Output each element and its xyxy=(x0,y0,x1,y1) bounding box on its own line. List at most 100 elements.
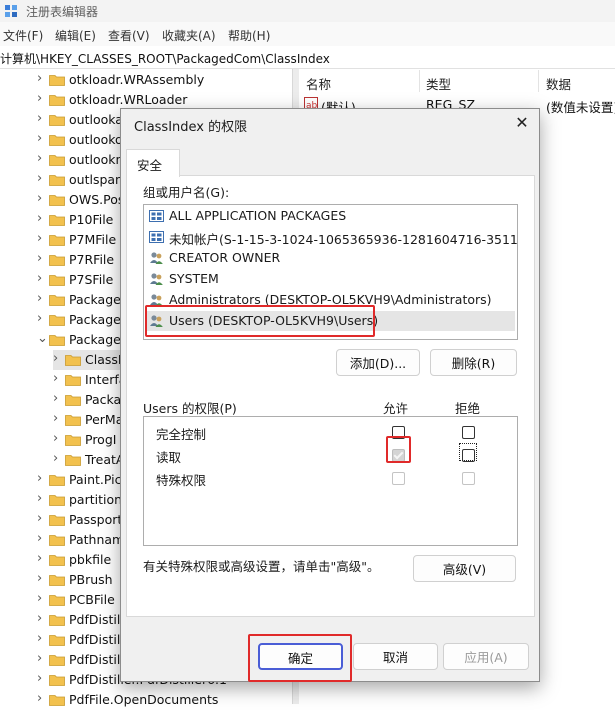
tree-item-label: Passport xyxy=(69,512,123,527)
column-divider[interactable] xyxy=(419,70,420,92)
users-group-icon xyxy=(150,252,163,264)
permission-read-label: 读取 xyxy=(156,450,182,465)
tree-item-label: TreatA xyxy=(85,452,125,467)
chevron-right-icon[interactable]: › xyxy=(53,432,63,445)
user-list-item[interactable]: 未知帐户(S-1-15-3-1024-1065365936-1281604716… xyxy=(145,227,517,247)
tree-item-label: Package xyxy=(69,312,121,327)
folder-icon xyxy=(49,695,65,706)
tree-item-label: PCBFile xyxy=(69,592,115,607)
permission-full-control-deny-checkbox[interactable] xyxy=(462,426,475,439)
registry-editor-icon xyxy=(5,5,17,17)
chevron-right-icon[interactable]: › xyxy=(37,552,47,565)
deny-column-header: 拒绝 xyxy=(455,401,481,416)
tree-item-label: Package xyxy=(69,292,121,307)
tab-security[interactable]: 安全 xyxy=(126,149,180,177)
chevron-right-icon[interactable]: › xyxy=(37,232,47,245)
chevron-right-icon[interactable]: › xyxy=(37,532,47,545)
folder-icon xyxy=(49,155,65,166)
column-header-type[interactable]: 类型 xyxy=(426,74,451,93)
chevron-right-icon[interactable]: › xyxy=(37,212,47,225)
permission-full-control-label: 完全控制 xyxy=(156,427,207,442)
folder-icon xyxy=(49,615,65,626)
tree-item[interactable]: › otkloadr.WRLoader xyxy=(37,90,292,110)
chevron-right-icon[interactable]: › xyxy=(37,512,47,525)
title-bar: 注册表编辑器 xyxy=(0,0,615,22)
chevron-right-icon[interactable]: › xyxy=(37,652,47,665)
menu-file[interactable]: 文件(F) xyxy=(3,27,43,44)
tree-item-label: PdfFile.OpenDocuments xyxy=(69,692,219,707)
highlight-box xyxy=(386,436,411,463)
folder-icon xyxy=(49,195,65,206)
folder-icon xyxy=(49,675,65,686)
chevron-right-icon[interactable]: › xyxy=(37,612,47,625)
folder-icon xyxy=(65,415,81,426)
address-path[interactable]: 计算机\HKEY_CLASSES_ROOT\PackagedCom\ClassI… xyxy=(0,50,330,67)
tree-item-label: P10File xyxy=(69,212,114,227)
user-list-item[interactable]: ALL APPLICATION PACKAGES xyxy=(145,206,515,226)
folder-icon xyxy=(49,535,65,546)
permissions-dialog: ClassIndex 的权限 ✕ 安全 组或用户名(G): ALL APPLIC… xyxy=(120,108,540,682)
menu-view[interactable]: 查看(V) xyxy=(108,27,150,44)
folder-icon xyxy=(49,295,65,306)
tree-item-label: ProgI xyxy=(85,432,117,447)
chevron-down-icon[interactable]: ⌄ xyxy=(37,332,48,345)
menu-help[interactable]: 帮助(H) xyxy=(228,27,270,44)
chevron-right-icon[interactable]: › xyxy=(37,172,47,185)
chevron-right-icon[interactable]: › xyxy=(53,452,63,465)
column-divider[interactable] xyxy=(538,70,539,92)
users-group-icon xyxy=(150,273,163,285)
tree-item-label: outlooko xyxy=(69,132,123,147)
close-icon[interactable]: ✕ xyxy=(509,111,535,135)
advanced-note: 有关特殊权限或高级设置，请单击"高级"。 xyxy=(143,559,380,574)
tree-item-label: PerMa xyxy=(85,412,124,427)
user-list-item[interactable]: SYSTEM xyxy=(145,269,515,289)
chevron-right-icon[interactable]: › xyxy=(37,152,47,165)
advanced-button[interactable]: 高级(V) xyxy=(413,555,516,582)
column-header-name[interactable]: 名称 xyxy=(306,74,331,93)
chevron-right-icon[interactable]: › xyxy=(37,92,47,105)
chevron-right-icon[interactable]: › xyxy=(37,472,47,485)
dialog-title: ClassIndex 的权限 xyxy=(134,120,248,135)
folder-icon xyxy=(65,395,81,406)
chevron-right-icon[interactable]: › xyxy=(37,272,47,285)
chevron-right-icon[interactable]: › xyxy=(37,672,47,685)
chevron-right-icon[interactable]: › xyxy=(37,132,47,145)
chevron-right-icon[interactable]: › xyxy=(37,112,47,125)
chevron-right-icon[interactable]: › xyxy=(37,592,47,605)
chevron-right-icon[interactable]: › xyxy=(37,292,47,305)
tree-item-label: pbkfile xyxy=(69,552,112,567)
chevron-right-icon[interactable]: › xyxy=(37,572,47,585)
folder-icon xyxy=(49,175,65,186)
chevron-right-icon[interactable]: › xyxy=(53,412,63,425)
menu-favorites[interactable]: 收藏夹(A) xyxy=(162,27,216,44)
chevron-right-icon[interactable]: › xyxy=(37,72,47,85)
apply-button[interactable]: 应用(A) xyxy=(443,643,529,670)
user-name: ALL APPLICATION PACKAGES xyxy=(169,208,347,223)
chevron-right-icon[interactable]: › xyxy=(37,312,47,325)
tree-item-label: P7RFile xyxy=(69,252,115,267)
tree-item[interactable]: › PdfFile.OpenDocuments xyxy=(37,690,292,710)
cancel-button[interactable]: 取消 xyxy=(353,643,438,670)
menu-edit[interactable]: 编辑(E) xyxy=(55,27,96,44)
tree-item-label: ClassI xyxy=(85,352,122,367)
folder-icon xyxy=(49,575,65,586)
folder-icon xyxy=(49,655,65,666)
folder-icon xyxy=(49,135,65,146)
allow-column-header: 允许 xyxy=(383,401,409,416)
chevron-right-icon[interactable]: › xyxy=(53,392,63,405)
chevron-right-icon[interactable]: › xyxy=(53,352,63,365)
tree-item-label: Package xyxy=(69,332,121,347)
chevron-right-icon[interactable]: › xyxy=(37,692,47,705)
chevron-right-icon[interactable]: › xyxy=(37,632,47,645)
tree-item-label: PdfDistill xyxy=(69,632,124,647)
chevron-right-icon[interactable]: › xyxy=(53,372,63,385)
chevron-right-icon[interactable]: › xyxy=(37,252,47,265)
remove-button[interactable]: 删除(R) xyxy=(430,349,517,376)
user-list-item[interactable]: CREATOR OWNER xyxy=(145,248,515,268)
folder-icon xyxy=(49,235,65,246)
chevron-right-icon[interactable]: › xyxy=(37,192,47,205)
column-header-data[interactable]: 数据 xyxy=(546,74,571,93)
add-button[interactable]: 添加(D)... xyxy=(336,349,420,376)
chevron-right-icon[interactable]: › xyxy=(37,492,47,505)
tree-item[interactable]: › otkloadr.WRAssembly xyxy=(37,70,292,90)
